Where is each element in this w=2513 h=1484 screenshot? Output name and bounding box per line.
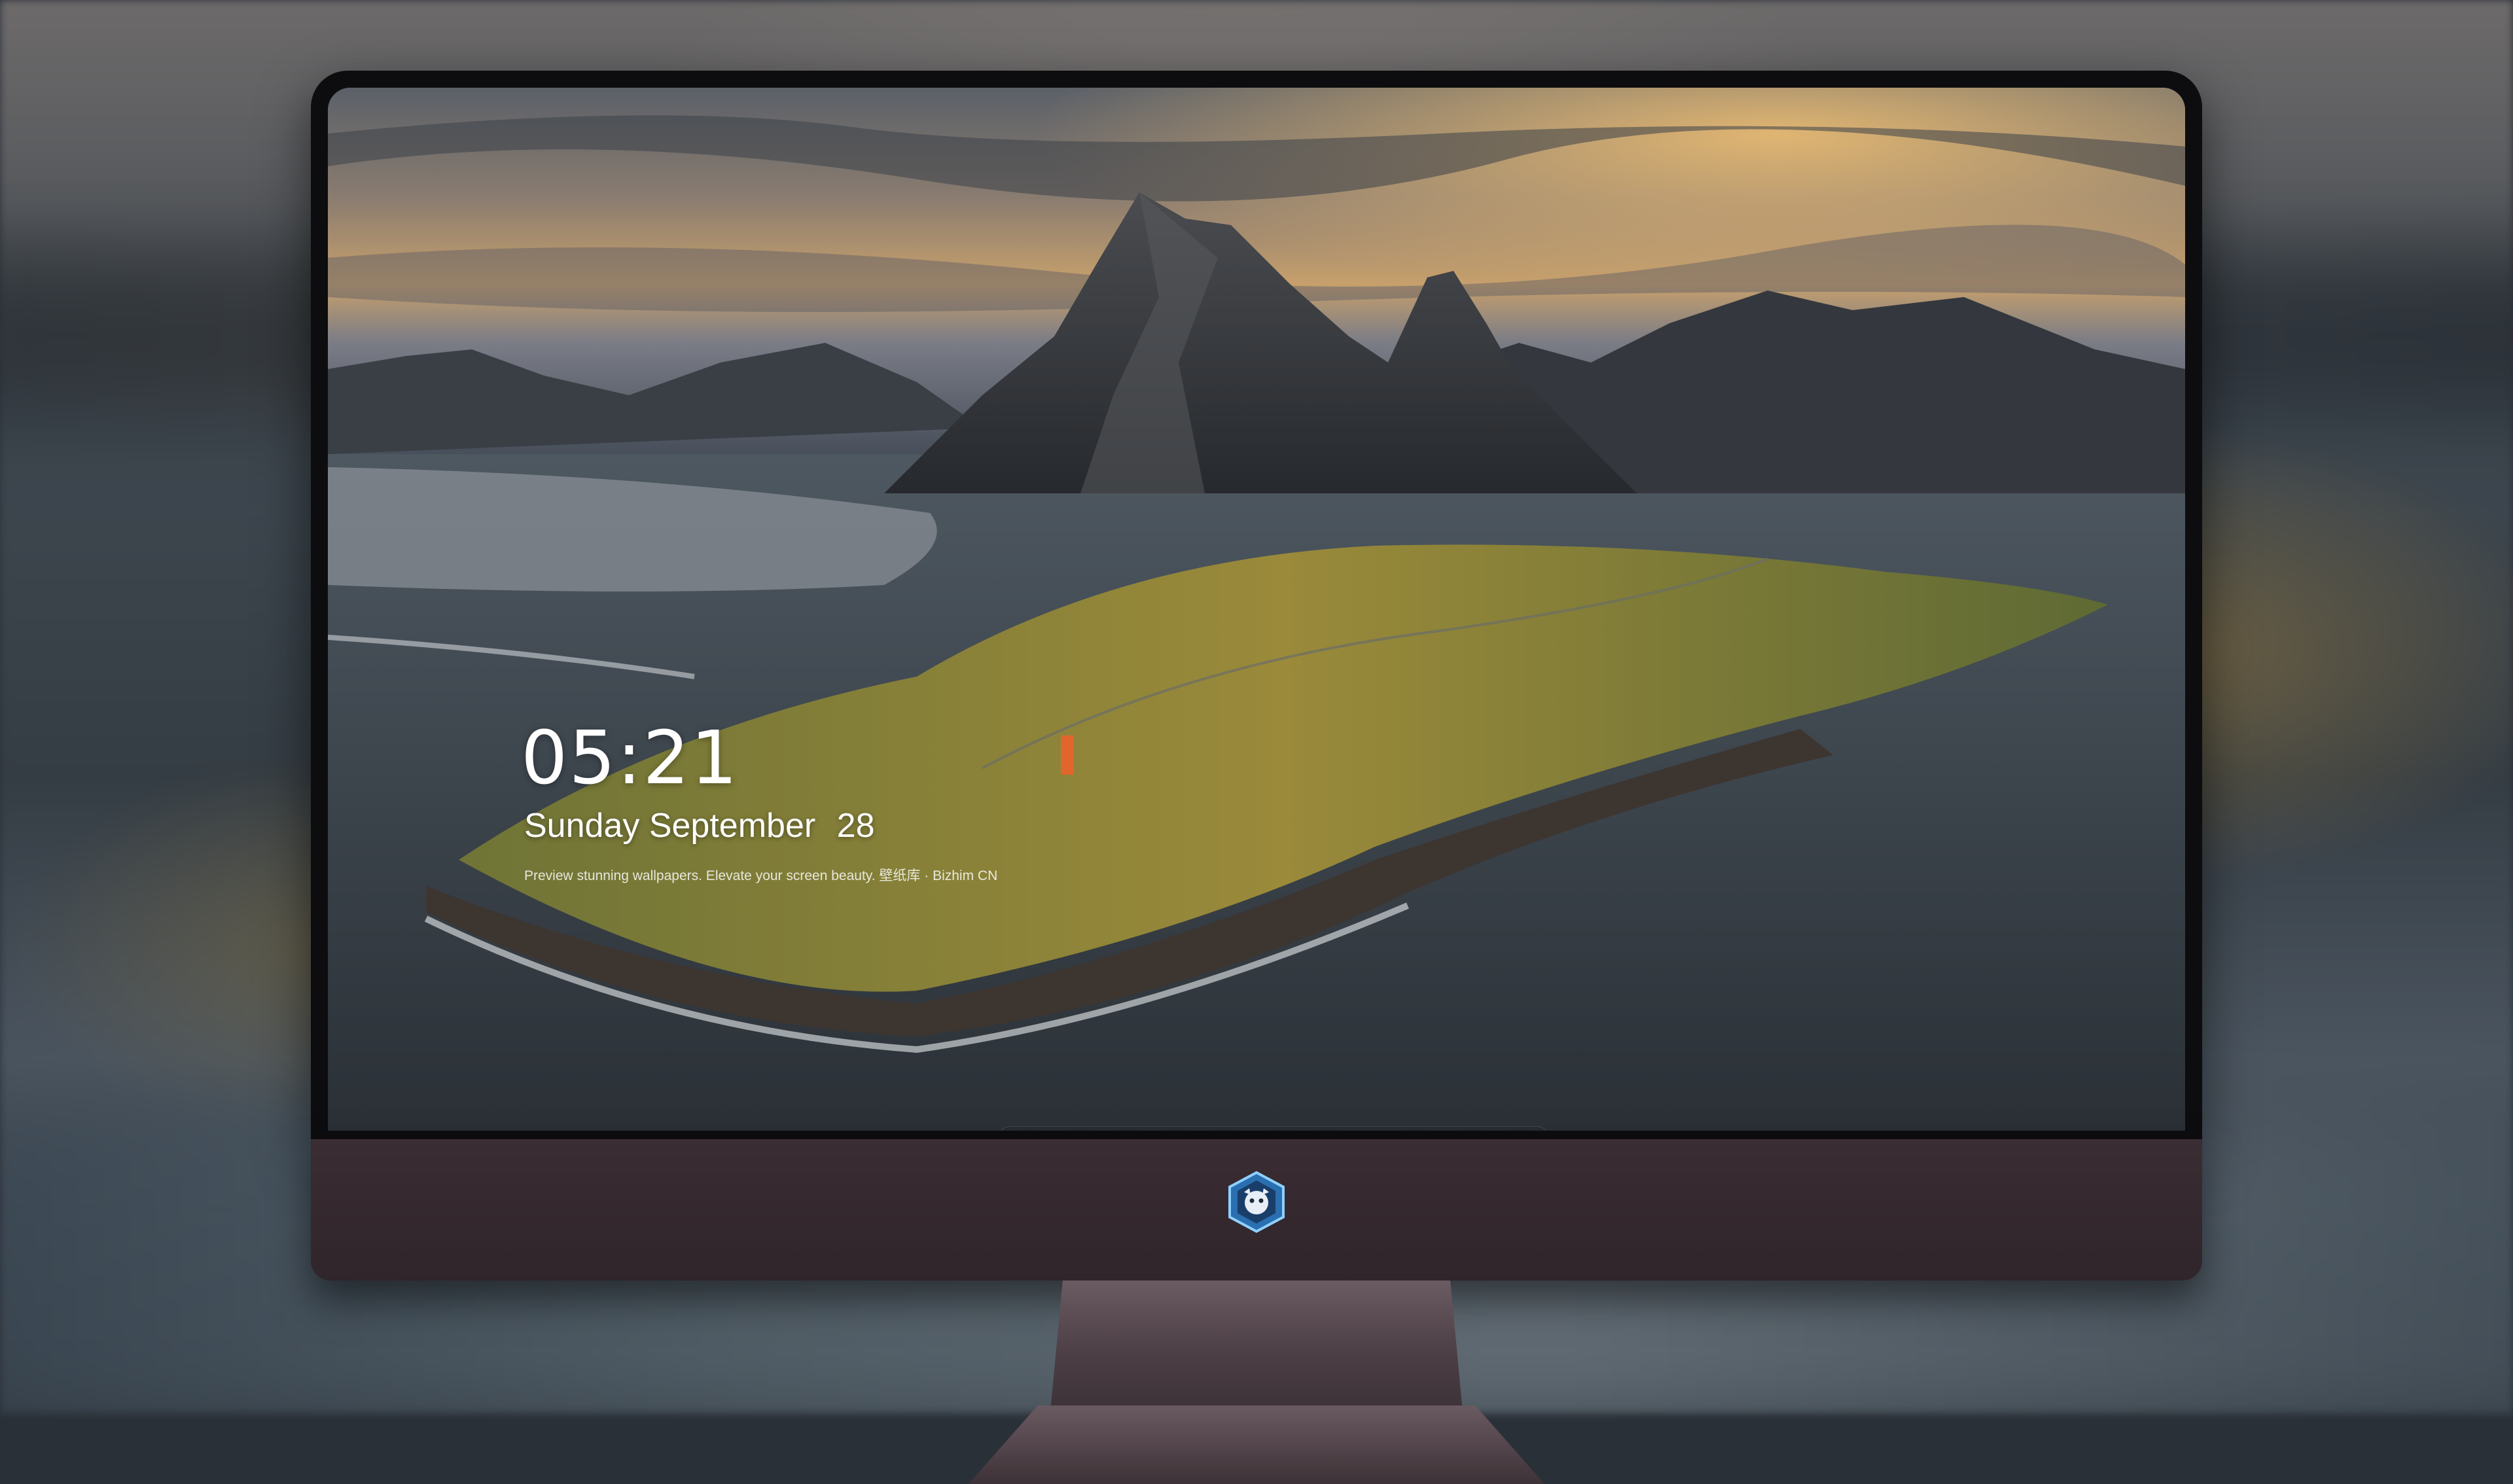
imac-monitor: 05:21 Sunday September 28 Preview stunni… <box>311 71 2202 1484</box>
date-weekday: Sunday <box>524 807 640 845</box>
desktop-screen: 05:21 Sunday September 28 Preview stunni… <box>328 88 2185 1131</box>
monitor-stand-base <box>969 1405 1544 1484</box>
date-day: 28 <box>836 807 875 845</box>
brand-logo-icon <box>1224 1170 1289 1234</box>
lockscreen-date: Sunday September 28 <box>524 806 875 845</box>
monitor-bezel: 05:21 Sunday September 28 Preview stunni… <box>311 71 2202 1139</box>
lockscreen-time: 05:21 <box>521 716 739 801</box>
date-month: September <box>649 807 816 845</box>
monitor-stand <box>1050 1281 1463 1411</box>
wallpaper <box>328 88 2185 1131</box>
wallpaper-caption: Preview stunning wallpapers. Elevate you… <box>524 868 998 883</box>
dock <box>997 1126 1550 1131</box>
